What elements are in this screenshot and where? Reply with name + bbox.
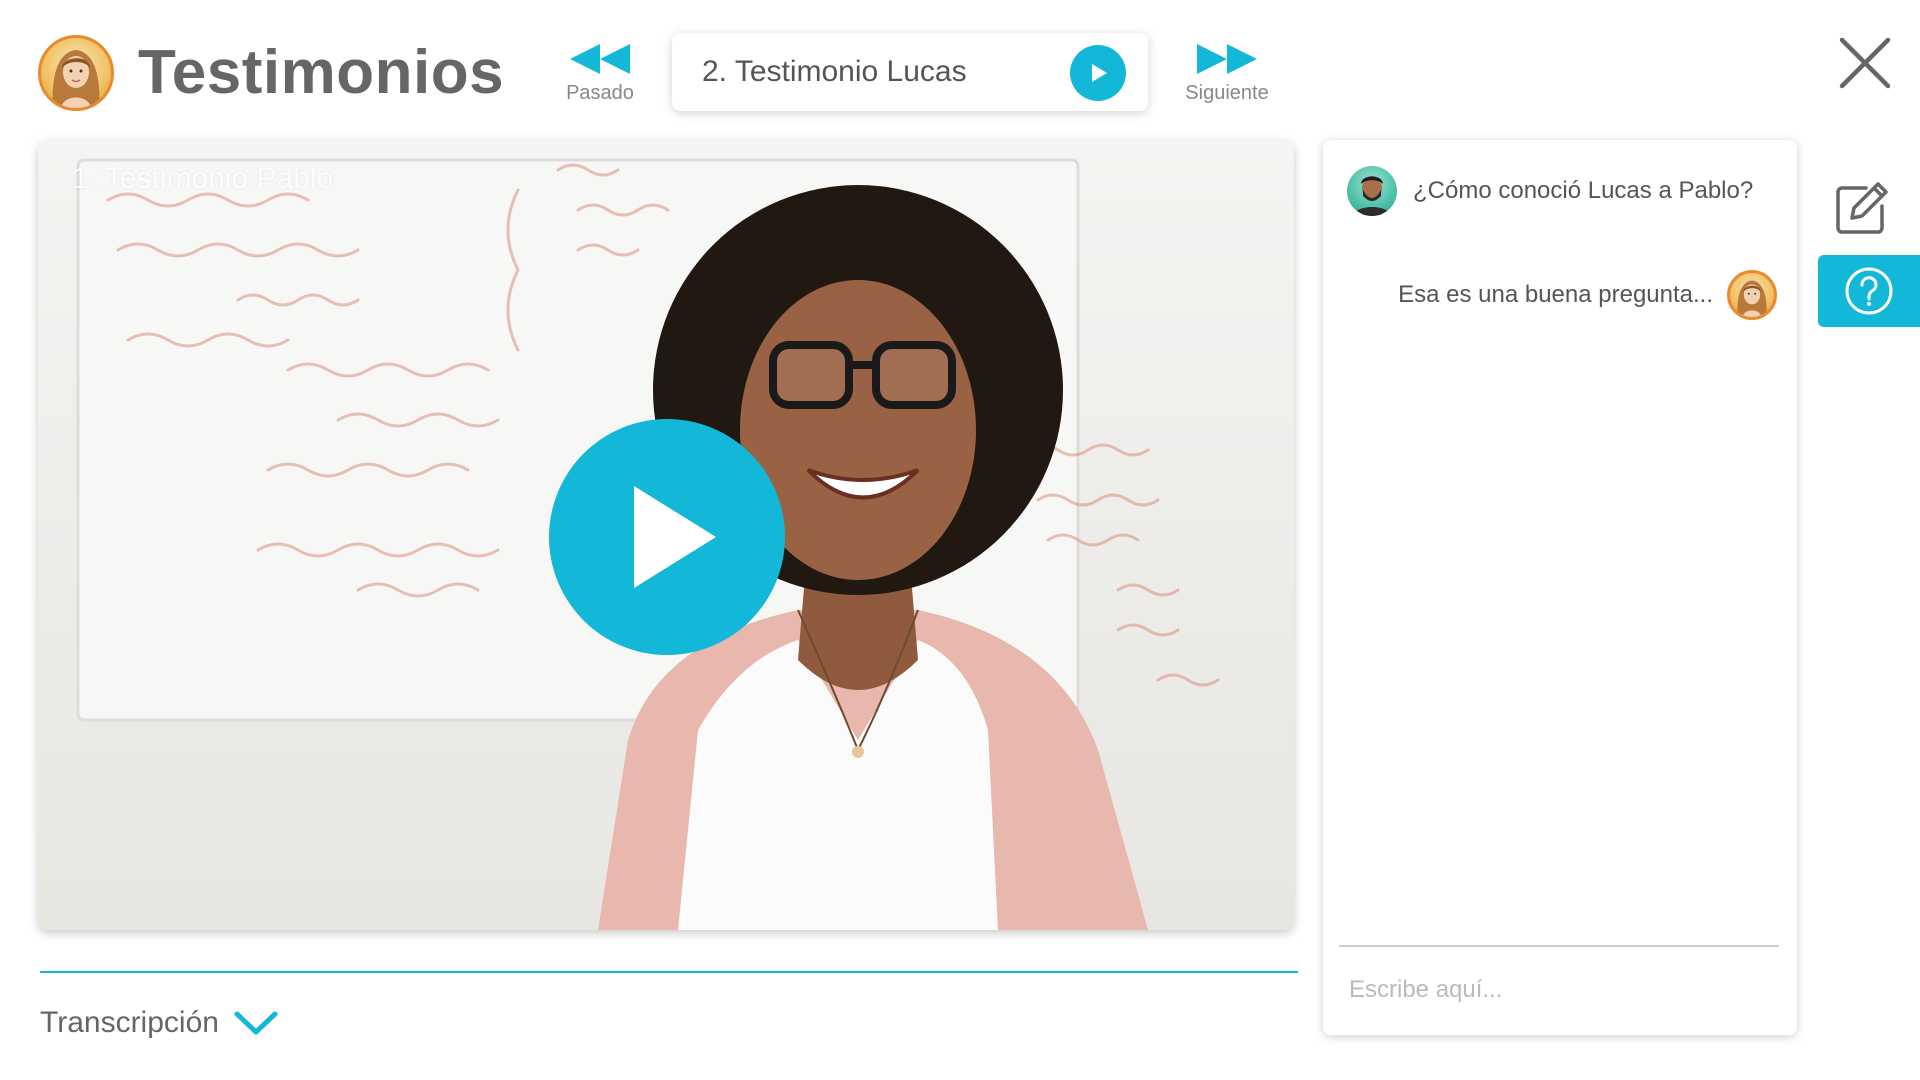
play-icon xyxy=(1092,64,1107,82)
help-button[interactable] xyxy=(1818,255,1920,327)
edit-button[interactable] xyxy=(1832,178,1892,238)
previous-button[interactable]: Pasado xyxy=(545,42,655,108)
woman-avatar-icon xyxy=(38,35,114,111)
video-player[interactable]: 1. Testimonio Pablo xyxy=(38,140,1294,930)
chat-message-answer: Esa es una buena pregunta... xyxy=(1398,270,1777,320)
woman-avatar-icon xyxy=(1727,270,1777,320)
chat-message-text: ¿Cómo conoció Lucas a Pablo? xyxy=(1413,177,1754,204)
next-button[interactable]: Siguiente xyxy=(1172,42,1282,108)
video-play-button[interactable] xyxy=(549,419,785,655)
fast-forward-icon xyxy=(1197,44,1257,74)
close-button[interactable] xyxy=(1838,36,1892,90)
chat-message-text: Esa es una buena pregunta... xyxy=(1398,281,1713,308)
man-avatar-icon xyxy=(1347,166,1397,216)
chevron-down-icon xyxy=(234,1011,278,1035)
edit-icon xyxy=(1836,182,1888,234)
transcript-label: Transcripción xyxy=(40,1006,219,1039)
rewind-icon xyxy=(570,44,630,74)
help-icon xyxy=(1845,267,1893,315)
play-selected-button[interactable] xyxy=(1070,45,1126,101)
chat-message-question: ¿Cómo conoció Lucas a Pablo? xyxy=(1347,166,1753,216)
next-label: Siguiente xyxy=(1185,82,1269,104)
page-title: Testimonios xyxy=(138,38,505,107)
video-selector[interactable]: 2. Testimonio Lucas xyxy=(672,33,1148,111)
chat-input-divider xyxy=(1339,945,1779,947)
previous-label: Pasado xyxy=(566,82,634,104)
close-icon xyxy=(1839,37,1891,89)
video-caption: 1. Testimonio Pablo xyxy=(72,162,334,195)
chat-input[interactable] xyxy=(1349,965,1769,1015)
transcript-toggle[interactable]: Transcripción xyxy=(40,1003,279,1043)
selected-video-label: 2. Testimonio Lucas xyxy=(702,55,967,88)
section-divider xyxy=(40,971,1298,973)
chat-panel: ¿Cómo conoció Lucas a Pablo? Esa es una … xyxy=(1323,140,1797,1035)
play-icon xyxy=(634,486,716,588)
